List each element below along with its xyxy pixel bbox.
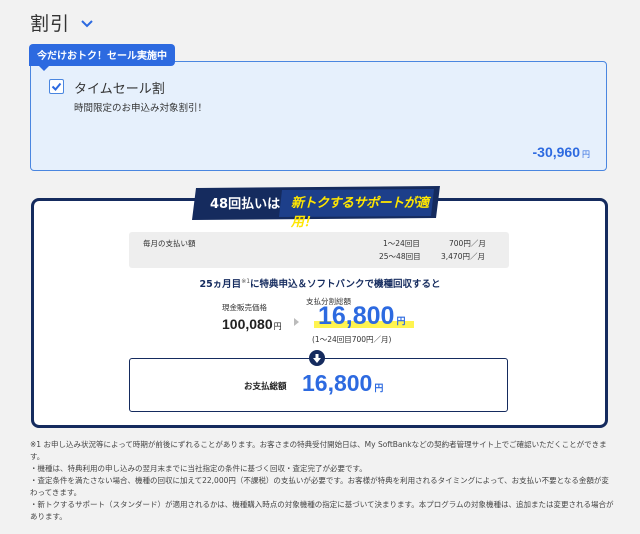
row2-amount: 3,470円／月 bbox=[441, 252, 485, 261]
installment-total: 16,800 円 bbox=[318, 302, 405, 331]
arrow-right-icon bbox=[294, 318, 299, 326]
total-amount: 16,800 円 bbox=[302, 370, 383, 397]
cash-price-label: 現金販売価格 bbox=[222, 303, 267, 312]
section-header[interactable]: 割引 bbox=[30, 9, 94, 36]
total-label: お支払総額 bbox=[244, 382, 287, 392]
total-payment-box: お支払総額 16,800 円 bbox=[129, 358, 508, 412]
headline-note-ref: ※1 bbox=[241, 277, 251, 285]
row1-range: 1〜24回目 bbox=[383, 239, 420, 248]
discount-amount: -30,960 円 bbox=[533, 144, 590, 162]
headline: 25ヵ月目※1に特典申込＆ソフトバンクで機種回収すると bbox=[0, 276, 640, 290]
cash-price-unit: 円 bbox=[273, 322, 282, 331]
chevron-down-icon[interactable] bbox=[80, 17, 94, 31]
option-label: タイムセール割 bbox=[74, 82, 165, 97]
arrow-down-icon bbox=[309, 350, 325, 366]
footnote: ・新トクするサポート（スタンダード）が適用されるかは、機種購入時点の対象機種の指… bbox=[30, 500, 614, 521]
banner-main: 新トクするサポートが適用！ bbox=[291, 196, 429, 230]
installment-note: (1〜24回目700円／月) bbox=[312, 335, 392, 344]
footnotes: ※1 お申し込み状況等によって時期が前後にずれることがあります。お客さまの特典受… bbox=[30, 439, 615, 523]
installment-unit: 円 bbox=[396, 316, 406, 326]
footnote: ・査定条件を満たさない場合、機種の回収に加えて22,000円（不課税）の支払いが… bbox=[30, 476, 609, 497]
installment-value: 16,800 bbox=[318, 302, 395, 330]
total-unit: 円 bbox=[374, 383, 384, 393]
footnote: ※1 お申し込み状況等によって時期が前後にずれることがあります。お客さまの特典受… bbox=[30, 440, 607, 461]
option-description: 時間限定のお申込み対象割引！ bbox=[74, 103, 208, 114]
row1-amount: 700円／月 bbox=[449, 239, 486, 248]
time-sale-option[interactable]: タイムセール割 時間限定のお申込み対象割引！ -30,960 円 bbox=[30, 61, 607, 171]
cash-price: 100,080円 bbox=[222, 316, 282, 334]
support-banner: 48回払いは 新トクするサポートが適用！ bbox=[188, 186, 444, 230]
banner-count: 48回払いは bbox=[210, 197, 281, 212]
discount-unit: 円 bbox=[582, 150, 590, 159]
monthly-payment-table: 毎月の支払い額 1〜24回目 700円／月 25〜48回目 3,470円／月 bbox=[129, 232, 509, 268]
monthly-label: 毎月の支払い額 bbox=[143, 239, 196, 248]
headline-month: 25ヵ月目 bbox=[199, 279, 242, 290]
footnote: ・機種は、特典利用の申し込みの翌月末までに当社指定の条件に基づく回収・査定完了が… bbox=[30, 464, 367, 473]
headline-text: に特典申込＆ソフトバンクで機種回収すると bbox=[250, 279, 441, 290]
row2-range: 25〜48回目 bbox=[379, 252, 421, 261]
total-value: 16,800 bbox=[302, 370, 373, 396]
section-title: 割引 bbox=[30, 13, 71, 35]
checkmark-icon bbox=[51, 82, 62, 91]
sale-badge: 今だけおトク！セール実施中 bbox=[29, 44, 175, 71]
time-sale-checkbox[interactable] bbox=[49, 79, 64, 94]
discount-value: -30,960 bbox=[532, 144, 580, 160]
cash-price-value: 100,080 bbox=[222, 316, 273, 332]
